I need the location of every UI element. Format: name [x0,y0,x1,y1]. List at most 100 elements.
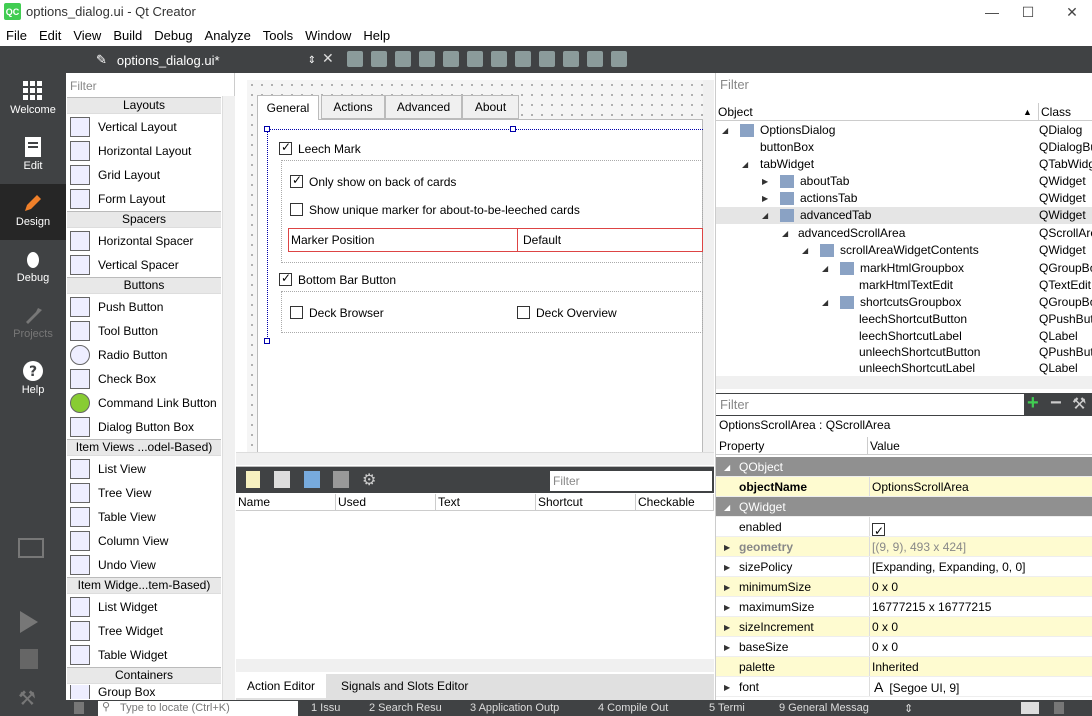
tree-row[interactable]: buttonBox QDialogButtonBox [716,139,1092,156]
widget-horizontal-spacer[interactable]: Horizontal Spacer [70,229,222,253]
expand-arrow-icon[interactable]: ◢ [724,498,730,518]
form-h-scrollbar[interactable] [236,452,714,465]
menu-window[interactable]: Window [299,26,357,46]
selection-handle[interactable] [264,126,270,132]
remove-property-icon[interactable]: − [1050,392,1062,415]
property-section-qwidget[interactable]: ◢ QWidget [716,497,1092,517]
run-icon[interactable] [20,611,38,633]
mode-edit[interactable]: Edit [0,128,66,184]
property-value[interactable]: 0 x 0 [869,577,1089,596]
tree-row[interactable]: ◢ scrollAreaWidgetContents QWidget [716,242,1092,259]
category-buttons[interactable]: Buttons [67,277,221,294]
property-row-sizeincrement[interactable]: ▶ sizeIncrement 0 x 0 [716,617,1092,637]
expand-arrow-icon[interactable]: ◢ [802,242,808,259]
collapse-arrow-icon[interactable]: ▶ [724,638,730,658]
minimize-icon[interactable]: — [972,0,1012,24]
property-row-minimumsize[interactable]: ▶ minimumSize 0 x 0 [716,577,1092,597]
configure-wrench-icon[interactable]: ⚒ [1072,394,1086,414]
tree-row[interactable]: ◢ shortcutsGroupbox QGroupBox [716,294,1092,311]
tree-row[interactable]: unleechShortcutLabel QLabel [716,360,1092,377]
property-row-geometry[interactable]: ▶ geometry [(9, 9), 493 x 424] [716,537,1092,557]
only-back-checkbox[interactable] [290,173,303,188]
configure-icon[interactable]: ⚙ [362,470,376,490]
column-header-text[interactable]: Text [436,494,536,511]
property-row-objectname[interactable]: objectName OptionsScrollArea [716,477,1092,497]
tree-row[interactable]: ◢ markHtmlGroupbox QGroupBox [716,260,1092,277]
widget-tool-button[interactable]: Tool Button [70,319,222,343]
widget-list-widget[interactable]: List Widget [70,595,222,619]
widget-horizontal-layout[interactable]: Horizontal Layout [70,139,222,163]
widget-grid-layout[interactable]: Grid Layout [70,163,222,187]
pane-search-results[interactable]: 2 Search Resu [369,702,442,714]
leech-mark-groupbox[interactable]: Leech Mark [279,140,361,157]
widget-command-link-button[interactable]: Command Link Button [70,391,222,415]
category-item-views[interactable]: Item Views ...odel-Based) [67,439,221,456]
expand-arrow-icon[interactable]: ◢ [724,458,730,478]
collapse-arrow-icon[interactable]: ▶ [724,558,730,578]
font-value[interactable]: A [Segoe UI, 9] [869,677,1089,696]
paste-action-icon[interactable] [304,471,320,488]
action-filter-input[interactable]: Filter [550,471,712,491]
tree-row[interactable]: ◢ OptionsDialog QDialog [716,122,1092,139]
new-action-icon[interactable] [246,471,260,488]
property-value[interactable]: [Expanding, Expanding, 0, 0] [869,557,1089,576]
layout-horizontal-icon[interactable] [443,51,459,67]
tree-row[interactable]: ◢ advancedTab QWidget [716,207,1092,224]
column-header-property[interactable]: Property [719,437,764,455]
widget-tree-widget[interactable]: Tree Widget [70,619,222,643]
expand-arrow-icon[interactable]: ◢ [822,260,828,277]
menu-file[interactable]: File [0,26,33,46]
bottom-bar-checkbox[interactable] [279,271,292,286]
tab-general[interactable]: General [257,95,319,120]
menu-view[interactable]: View [67,26,107,46]
menu-help[interactable]: Help [357,26,396,46]
tree-row[interactable]: leechShortcutLabel QLabel [716,328,1092,345]
break-layout-icon[interactable] [587,51,603,67]
widget-filter-input[interactable]: Filter [68,76,232,96]
property-value[interactable]: 0 x 0 [869,617,1089,636]
menu-build[interactable]: Build [107,26,148,46]
widget-dialog-button-box[interactable]: Dialog Button Box [70,415,222,439]
delete-action-icon[interactable] [333,471,349,488]
widget-radio-button[interactable]: Radio Button [70,343,222,367]
collapse-arrow-icon[interactable]: ▶ [724,598,730,618]
property-section-qobject[interactable]: ◢ QObject [716,457,1092,477]
widget-table-view[interactable]: Table View [70,505,222,529]
pane-general-messages[interactable]: 9 General Messag [779,702,869,714]
toggle-right-sidebar-icon[interactable] [1054,702,1064,714]
enabled-checkbox[interactable] [869,517,1089,536]
column-header-value[interactable]: Value [867,437,900,455]
collapse-arrow-icon[interactable]: ▶ [724,578,730,598]
mode-help[interactable]: ? Help [0,352,66,408]
bottom-bar-groupbox[interactable]: Bottom Bar Button [279,271,396,288]
selection-handle[interactable] [510,126,516,132]
close-document-icon[interactable]: ✕ [322,50,334,67]
mode-projects[interactable]: Projects [0,296,66,352]
splitter-vertical-icon[interactable] [515,51,531,67]
widget-group-box[interactable]: Group Box [70,685,222,699]
object-inspector-scrollbar[interactable] [716,376,1092,389]
property-row-maximumsize[interactable]: ▶ maximumSize 16777215 x 16777215 [716,597,1092,617]
toggle-sidebar-icon[interactable] [74,702,84,714]
category-containers[interactable]: Containers [67,667,221,684]
collapse-arrow-icon[interactable]: ▶ [762,190,768,207]
collapse-arrow-icon[interactable]: ▶ [762,173,768,190]
widget-form-layout[interactable]: Form Layout [70,187,222,211]
locator-input[interactable]: Type to locate (Ctrl+K) [98,701,298,716]
tab-advanced[interactable]: Advanced [385,95,462,119]
chevron-updown-icon[interactable]: ⇕ [904,702,913,715]
mode-debug[interactable]: Debug [0,240,66,296]
column-header-checkable[interactable]: Checkable [636,494,714,511]
column-header-object[interactable]: Object [718,103,753,121]
deck-overview-option[interactable]: Deck Overview [517,304,617,321]
property-value[interactable]: OptionsScrollArea [869,477,1089,496]
collapse-arrow-icon[interactable]: ▶ [724,618,730,638]
expand-arrow-icon[interactable]: ◢ [822,294,828,311]
widget-check-box[interactable]: Check Box [70,367,222,391]
property-row-font[interactable]: ▶ font A [Segoe UI, 9] [716,677,1092,697]
menu-analyze[interactable]: Analyze [199,26,257,46]
edit-buddies-icon[interactable] [395,51,411,67]
add-dynamic-property-icon[interactable]: + [1027,392,1039,415]
tree-row[interactable]: ▶ actionsTab QWidget [716,190,1092,207]
widget-list-view[interactable]: List View [70,457,222,481]
